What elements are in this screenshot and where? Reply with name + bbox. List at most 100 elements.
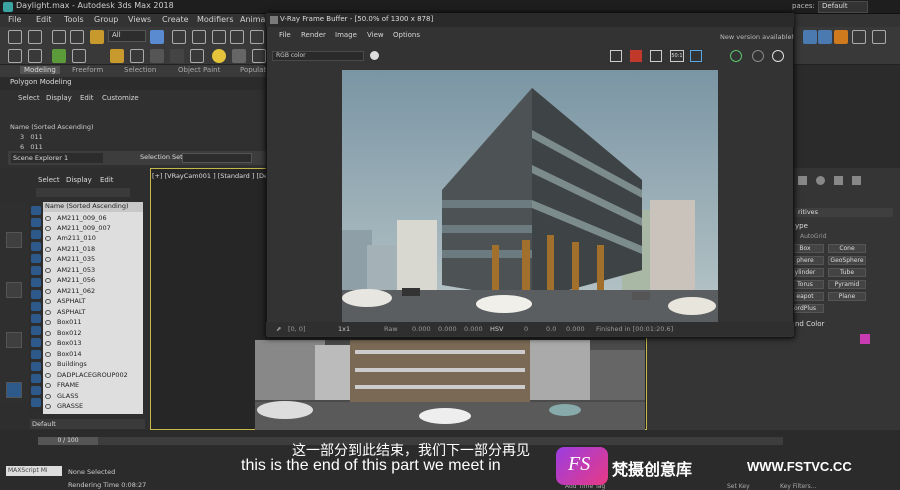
eye-icon[interactable]	[45, 352, 51, 357]
eye-icon[interactable]	[45, 320, 51, 325]
filter-icon[interactable]	[31, 266, 41, 275]
se-menu-display[interactable]: Display	[46, 94, 72, 102]
list-item[interactable]: Box012	[57, 329, 82, 337]
filter-icon[interactable]	[31, 206, 41, 215]
redo-icon[interactable]	[28, 30, 42, 44]
cone-button[interactable]: Cone	[828, 244, 866, 253]
list-item[interactable]: AM211_056	[57, 276, 95, 284]
ratio-dropdown[interactable]: 1x1	[338, 325, 350, 333]
eye-icon[interactable]	[45, 216, 51, 221]
sun-icon[interactable]	[212, 49, 226, 63]
window-crossing-icon[interactable]	[212, 30, 226, 44]
angle-snap-icon[interactable]	[72, 49, 86, 63]
key-filters-button[interactable]: Key Filters...	[780, 483, 817, 490]
rendered-image[interactable]	[342, 70, 718, 322]
eye-icon[interactable]	[45, 310, 51, 315]
new-version-notice[interactable]: New version available!	[720, 33, 794, 41]
menu-animation[interactable]: Animat	[240, 15, 269, 24]
object-color-swatch[interactable]	[860, 334, 870, 344]
autogrid-label[interactable]: AutoGrid	[800, 233, 827, 240]
color-wheel-icon[interactable]	[370, 51, 379, 60]
select-object-icon[interactable]	[150, 30, 164, 44]
filter-icon[interactable]	[31, 338, 41, 347]
toolbar-icon-5[interactable]	[872, 30, 886, 44]
filter-icon[interactable]	[31, 302, 41, 311]
zoom-button[interactable]: 50:1	[670, 50, 684, 62]
list-item[interactable]: AM211_062	[57, 287, 95, 295]
sphere-icon[interactable]	[150, 49, 164, 63]
region-render-icon[interactable]	[650, 50, 662, 62]
eye-icon[interactable]	[45, 383, 51, 388]
rotate-icon[interactable]	[250, 30, 264, 44]
list-header[interactable]: Name (Sorted Ascending)	[43, 202, 143, 212]
eye-icon[interactable]	[45, 278, 51, 283]
tab-modeling[interactable]: Modeling	[20, 66, 60, 74]
tab-populate[interactable]: Populat	[240, 66, 266, 74]
filter-icon[interactable]	[31, 350, 41, 359]
fp-icon[interactable]	[834, 30, 848, 44]
eye-icon[interactable]	[45, 373, 51, 378]
list-item[interactable]: GRASSE	[57, 402, 83, 410]
list-item[interactable]: AM211_035	[57, 255, 95, 263]
list-item[interactable]: GLASS	[57, 392, 79, 400]
snap-icon[interactable]	[52, 49, 66, 63]
toolbar-icon-1[interactable]	[803, 30, 817, 44]
link-icon[interactable]	[52, 30, 66, 44]
se-column-header[interactable]: Name (Sorted Ascending)	[10, 123, 94, 131]
list-item[interactable]: Box014	[57, 350, 82, 358]
se-row[interactable]: 6 011	[20, 143, 43, 151]
filter-icon[interactable]	[31, 314, 41, 323]
save-image-icon[interactable]	[610, 50, 622, 62]
light-icon[interactable]	[110, 49, 124, 63]
interactive-render-icon[interactable]	[772, 50, 784, 62]
region-icon[interactable]	[192, 30, 206, 44]
maxscript-listener[interactable]: MAXScript Mi	[6, 466, 62, 476]
channel-dropdown[interactable]: RGB color	[272, 51, 364, 61]
eye-icon[interactable]	[45, 247, 51, 252]
toolbar-icon-2[interactable]	[818, 30, 832, 44]
move-icon[interactable]	[230, 30, 244, 44]
eye-icon[interactable]	[45, 289, 51, 294]
create-tab-icon[interactable]	[798, 176, 807, 185]
list-item[interactable]: FRAME	[57, 381, 79, 389]
strip-button-active[interactable]	[6, 382, 22, 398]
bind-icon[interactable]	[90, 30, 104, 44]
name-color-header[interactable]: nd Color	[795, 320, 824, 328]
list-item[interactable]: AM211_009_06	[57, 214, 107, 222]
filter-icon[interactable]	[31, 242, 41, 251]
strip-button[interactable]	[6, 282, 22, 298]
eye-icon[interactable]	[45, 226, 51, 231]
list-item[interactable]: Buildings	[57, 360, 87, 368]
se-menu-edit[interactable]: Edit	[80, 94, 94, 102]
strip-button[interactable]	[6, 332, 22, 348]
teapot-icon[interactable]	[8, 49, 22, 63]
layer-dropdown[interactable]: Default	[30, 419, 145, 429]
strip-button[interactable]	[6, 232, 22, 248]
tools-icon[interactable]	[852, 30, 866, 44]
vfb-menu-render[interactable]: Render	[301, 31, 326, 39]
tab-freeform[interactable]: Freeform	[72, 66, 103, 74]
filter-icon[interactable]	[31, 290, 41, 299]
list-item[interactable]: AM211_009_007	[57, 224, 111, 232]
track-mouse-icon[interactable]	[690, 50, 702, 62]
list-item[interactable]: Box013	[57, 339, 82, 347]
le-menu-edit[interactable]: Edit	[100, 176, 114, 184]
filter-icon[interactable]	[31, 398, 41, 407]
vfb-menu-file[interactable]: File	[279, 31, 291, 39]
clear-image-icon[interactable]	[630, 50, 642, 62]
modify-tab-icon[interactable]	[816, 176, 825, 185]
menu-modifiers[interactable]: Modifiers	[197, 15, 234, 24]
filter-icon[interactable]	[31, 386, 41, 395]
undo-icon[interactable]	[8, 30, 22, 44]
filter-icon[interactable]	[31, 326, 41, 335]
se-row[interactable]: 3 011	[20, 133, 43, 141]
eye-icon[interactable]	[45, 236, 51, 241]
list-item[interactable]: Am211_010	[57, 234, 96, 242]
eye-icon[interactable]	[45, 257, 51, 262]
tab-object-paint[interactable]: Object Paint	[178, 66, 220, 74]
eye-icon[interactable]	[45, 299, 51, 304]
cone-icon[interactable]	[190, 49, 204, 63]
plane-button[interactable]: Plane	[828, 292, 866, 301]
filter-icon[interactable]	[31, 278, 41, 287]
viewport-label[interactable]: [+] [VRayCam001 ] [Standard ] [Defa...	[152, 172, 280, 180]
